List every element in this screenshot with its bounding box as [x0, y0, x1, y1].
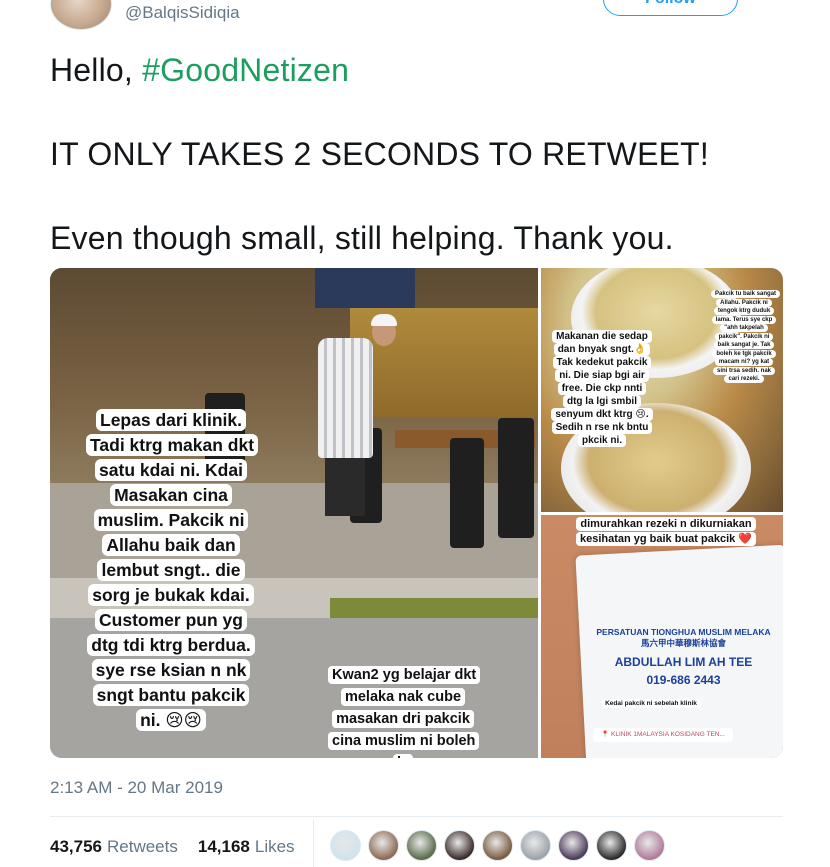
avatar[interactable] [50, 0, 112, 30]
retweets-label: Retweets [107, 837, 178, 856]
tweet-line-1: Hello, #GoodNetizen [50, 48, 349, 92]
retweets-count: 43,756 [50, 837, 102, 856]
tweet-header: @BalqisSidiqia Follow [0, 0, 830, 34]
card-caption-small: Kedai pakcik ni sebelah klinik [601, 699, 701, 708]
food-caption-small: Pakcik tu baik sangat Allahu. Pakcik ni … [711, 290, 781, 384]
divider [50, 816, 783, 817]
card-phone: 019-686 2443 [646, 673, 721, 687]
menu-board [315, 268, 415, 308]
chair [450, 438, 484, 548]
food-caption: Makanan die sedap dan bnyak sngt.👌 Tak k… [551, 330, 653, 447]
card-organization: PERSATUAN TIONGHUA MUSLIM MELAKA 馬六甲中華穆斯… [596, 627, 771, 648]
retweets-stat[interactable]: 43,756 Retweets [50, 837, 178, 857]
tweet-line-3: Even though small, still helping. Thank … [50, 220, 674, 256]
liker-avatar[interactable] [406, 830, 437, 861]
likes-stat[interactable]: 14,168 Likes [198, 837, 295, 857]
tweet-timestamp[interactable]: 2:13 AM - 20 Mar 2019 [50, 778, 223, 798]
card-caption: dimurahkan rezeki n dikurniakan kesihata… [566, 517, 766, 547]
user-handle[interactable]: @BalqisSidiqia [125, 3, 240, 23]
liker-avatar[interactable] [330, 830, 361, 861]
chair [498, 418, 534, 538]
media-grid: Lepas dari klinik. Tadi ktrg makan dkt s… [50, 268, 783, 758]
likers-avatars [330, 830, 665, 861]
photo-card[interactable]: PERSATUAN TIONGHUA MUSLIM MELAKA 馬六甲中華穆斯… [541, 515, 783, 758]
man-body [318, 338, 373, 458]
card-name: ABDULLAH LIM AH TEE [614, 655, 753, 669]
tweet-stats: 43,756 Retweets 14,168 Likes [50, 832, 295, 862]
photo-caption-bottom: Kwan2 yg belajar dkt melaka nak cube mas… [328, 664, 481, 758]
grass [330, 598, 538, 618]
liker-avatar[interactable] [482, 830, 513, 861]
man-cap [371, 314, 397, 326]
likes-count: 14,168 [197, 837, 250, 856]
liker-avatar[interactable] [444, 830, 475, 861]
hashtag-link[interactable]: #GoodNetizen [142, 52, 349, 88]
man-legs [325, 456, 365, 516]
photo-caption-main: Lepas dari klinik. Tadi ktrg makan dkt s… [86, 408, 259, 733]
business-card [575, 544, 783, 758]
liker-avatar[interactable] [596, 830, 627, 861]
liker-avatar[interactable] [634, 830, 665, 861]
liker-avatar[interactable] [558, 830, 589, 861]
follow-button[interactable]: Follow [603, 0, 738, 16]
photo-shop[interactable]: Lepas dari klinik. Tadi ktrg makan dkt s… [50, 268, 538, 758]
liker-avatar[interactable] [520, 830, 551, 861]
photo-food[interactable]: Makanan die sedap dan bnyak sngt.👌 Tak k… [541, 268, 783, 512]
stats-separator [313, 820, 314, 867]
greeting-text: Hello, [50, 52, 143, 88]
location-tag: 📍 KLINIK 1MALAYSIA KOSIDANG TEN... [593, 728, 733, 742]
liker-avatar[interactable] [368, 830, 399, 861]
likes-label: Likes [254, 837, 295, 856]
tweet-line-2: IT ONLY TAKES 2 SECONDS TO RETWEET! [50, 136, 710, 172]
